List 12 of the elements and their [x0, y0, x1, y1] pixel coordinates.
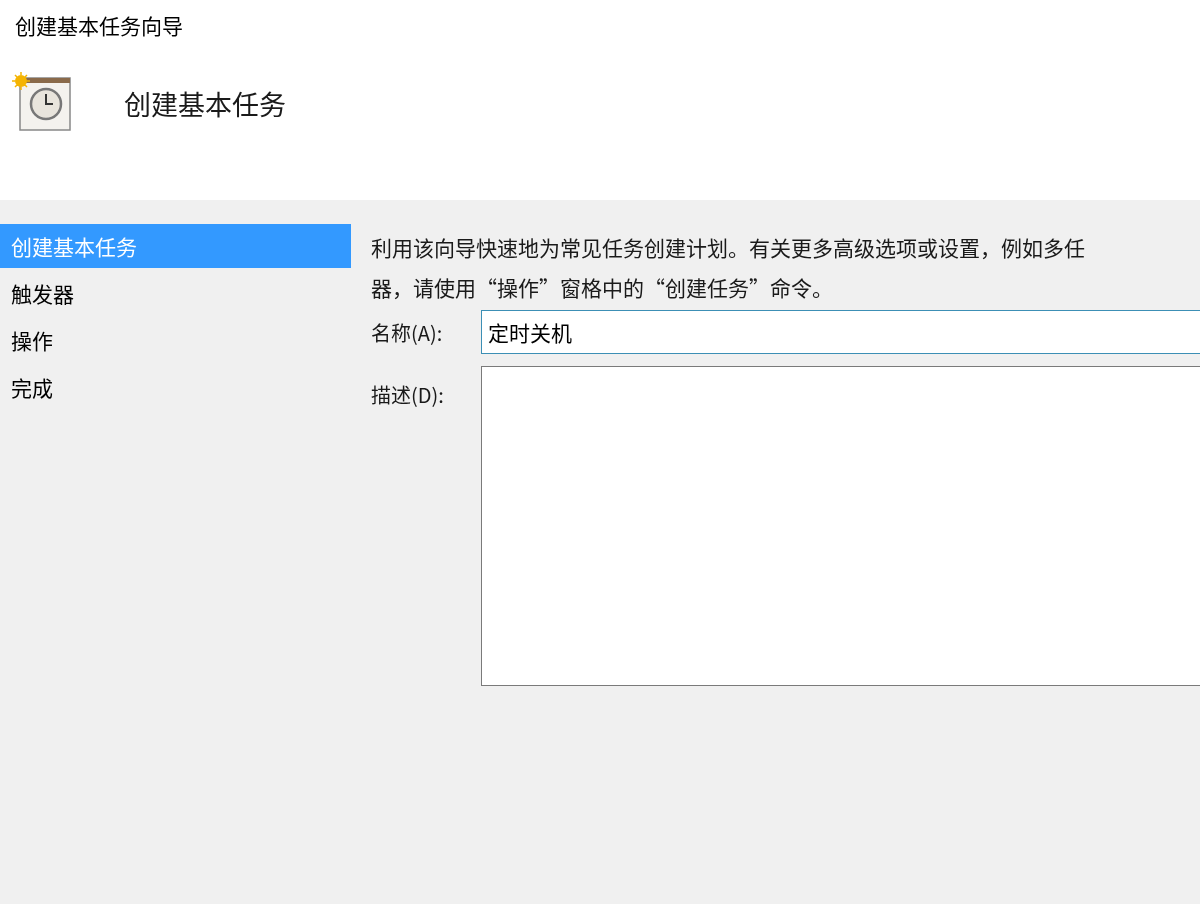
intro-text: 器，请使用“操作”窗格中的“创建任务”命令。 [371, 271, 834, 304]
wizard-step[interactable]: 触发器 [0, 271, 351, 315]
field-label: 描述(D): [371, 379, 445, 409]
name-input-field[interactable]: 定时关机 [481, 310, 1200, 354]
intro-text: 利用该向导快速地为常见任务创建计划。有关更多高级选项或设置，例如多任 [371, 231, 1086, 264]
wizard-step[interactable]: 完成 [0, 365, 351, 409]
wizard-heading: 创建基本任务 [124, 83, 286, 123]
wizard-step[interactable]: 操作 [0, 318, 351, 362]
field-label: 名称(A): [371, 317, 444, 347]
description-text-area[interactable] [481, 366, 1200, 686]
calendar-clock-icon [12, 72, 74, 134]
window-title: 创建基本任务向导 [14, 9, 184, 40]
